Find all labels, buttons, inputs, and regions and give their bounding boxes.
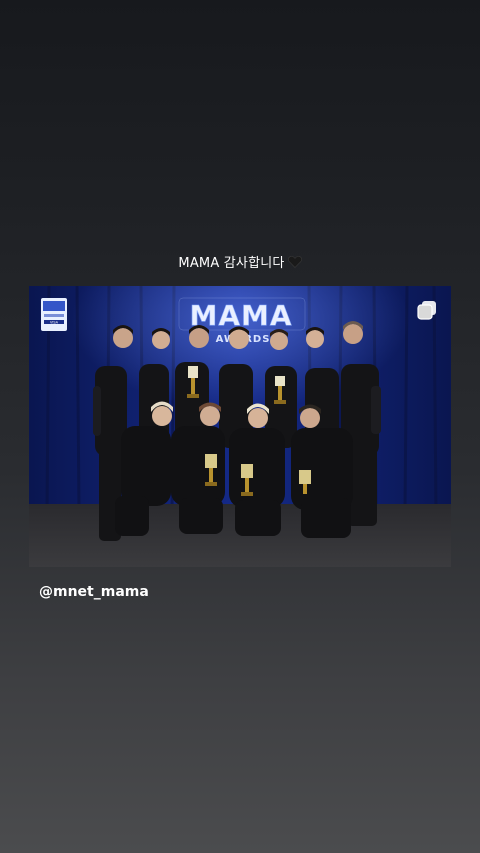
caption-text: MAMA 감사합니다	[178, 256, 285, 271]
badge-sponsor-text: VISA	[50, 321, 59, 325]
black-heart-icon	[287, 256, 302, 268]
multiple-posts-icon	[417, 300, 437, 320]
shared-post-card[interactable]: MAMA AWARDS VISA	[29, 286, 451, 567]
story-caption: MAMA 감사합니다	[0, 252, 480, 271]
mention-link[interactable]: @mnet_mama	[39, 584, 149, 600]
mama-badge-icon: VISA	[41, 298, 67, 331]
post-photo: MAMA AWARDS VISA	[29, 286, 451, 567]
